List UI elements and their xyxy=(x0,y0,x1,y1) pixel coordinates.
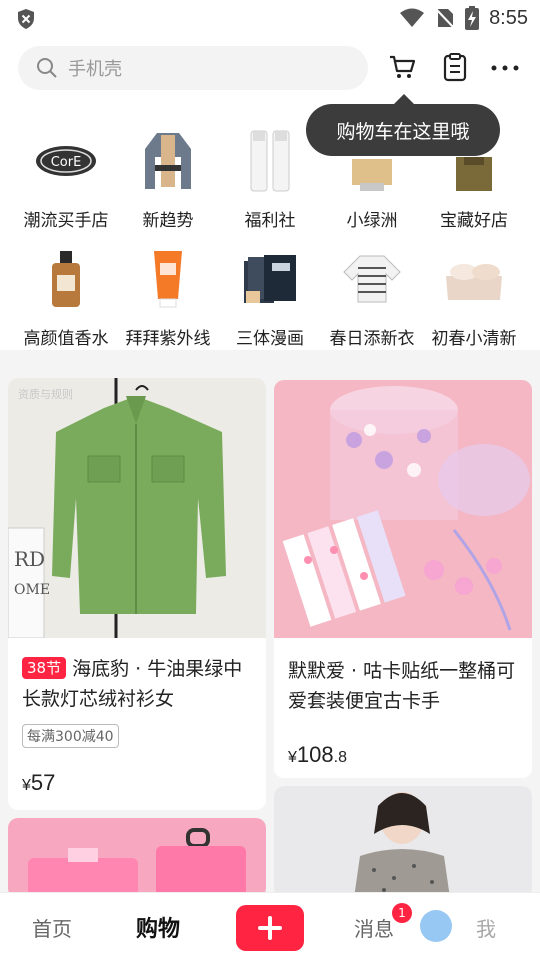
category-perfume[interactable]: 高颜值香水 xyxy=(12,244,120,349)
price-decimal: .8 xyxy=(333,749,347,766)
messages-badge: 1 xyxy=(392,903,412,923)
category-label: 高颜值香水 xyxy=(23,329,109,349)
category-label: 潮流买手店 xyxy=(23,211,109,231)
category-label: 春日添新衣 xyxy=(329,329,415,349)
product-image-toy-suitcase xyxy=(8,818,266,898)
category-new-trends[interactable]: 新趋势 xyxy=(114,126,222,231)
svg-text:RD: RD xyxy=(14,547,45,571)
jacket-icon xyxy=(133,126,203,196)
perfume-icon xyxy=(31,244,101,314)
category-label: 拜拜紫外线 xyxy=(125,329,211,349)
wifi-icon xyxy=(400,8,425,27)
category-welfare[interactable]: 福利社 xyxy=(216,126,324,231)
product-price: ¥108.8 xyxy=(274,742,532,768)
product-card[interactable]: RD OME 资质与规则 38节 海底豹 · 牛油果绿中长款灯芯绒衬衫女 每满30… xyxy=(8,378,266,810)
no-sim-icon xyxy=(435,8,455,29)
product-image-floral-dress xyxy=(274,786,532,898)
cart-icon[interactable] xyxy=(388,52,418,82)
striped-top-icon xyxy=(337,244,407,314)
nav-home[interactable]: 首页 xyxy=(32,913,72,942)
festival-badge: 38节 xyxy=(22,657,67,679)
top-header: 手机壳 xyxy=(0,36,540,100)
status-bar: 8:55 xyxy=(0,0,540,36)
product-card[interactable] xyxy=(274,786,532,898)
status-time: 8:55 xyxy=(489,6,528,29)
currency-symbol: ¥ xyxy=(22,777,31,794)
category-label: 宝藏好店 xyxy=(440,211,508,231)
search-placeholder: 手机壳 xyxy=(68,59,122,80)
comic-books-icon xyxy=(235,244,305,314)
shield-icon xyxy=(18,9,34,29)
more-options-icon[interactable] xyxy=(490,58,520,78)
product-card[interactable]: 默默爱 · 咕卡贴纸一整桶可爱套装便宜古卡手 ¥108.8 xyxy=(274,380,532,778)
category-label: 初春小清新 xyxy=(431,329,517,349)
bedding-icon xyxy=(439,244,509,314)
orders-clipboard-icon[interactable] xyxy=(440,52,470,82)
category-label: 福利社 xyxy=(244,211,296,231)
category-early-spring-fresh[interactable]: 初春小清新 xyxy=(420,244,528,349)
svg-text:OME: OME xyxy=(14,582,50,598)
publish-button[interactable] xyxy=(236,905,304,951)
category-label: 三体漫画 xyxy=(236,329,304,349)
nav-messages[interactable]: 消息 xyxy=(354,913,394,942)
category-sunscreen[interactable]: 拜拜紫外线 xyxy=(114,244,222,349)
category-three-body-comic[interactable]: 三体漫画 xyxy=(216,244,324,349)
skincare-bottles-icon xyxy=(235,126,305,196)
product-title: 默默爱 · 咕卡贴纸一整桶可爱套装便宜古卡手 xyxy=(288,660,516,712)
image-tag: 资质与规则 xyxy=(18,388,73,401)
category-label: 小绿洲 xyxy=(346,211,398,231)
category-trend-buyer-store[interactable]: CorE 潮流买手店 xyxy=(12,126,120,231)
plus-icon xyxy=(258,916,282,940)
product-price: ¥57 xyxy=(8,770,266,796)
search-input[interactable]: 手机壳 xyxy=(18,46,368,90)
product-card[interactable] xyxy=(8,818,266,898)
nav-shop[interactable]: 购物 xyxy=(136,911,180,943)
price-value: 57 xyxy=(30,770,56,795)
cart-hint-tooltip: 购物车在这里哦 xyxy=(306,94,500,156)
product-image-green-shirt: RD OME xyxy=(8,378,266,639)
core-logo-icon: CorE xyxy=(31,126,101,196)
category-spring-clothes[interactable]: 春日添新衣 xyxy=(318,244,426,349)
svg-text:CorE: CorE xyxy=(51,155,82,170)
site-watermark-logo xyxy=(420,910,532,942)
search-icon xyxy=(37,58,57,78)
battery-charging-icon xyxy=(465,6,480,30)
price-value: 108 xyxy=(296,742,334,767)
currency-symbol: ¥ xyxy=(288,749,297,766)
coupon-tag: 每满300减40 xyxy=(22,724,119,748)
product-image-sticker-bucket xyxy=(274,380,532,638)
category-label: 新趋势 xyxy=(142,211,194,231)
sunscreen-icon xyxy=(133,244,203,314)
product-title: 38节 海底豹 · 牛油果绿中长款灯芯绒衬衫女 xyxy=(8,654,266,714)
